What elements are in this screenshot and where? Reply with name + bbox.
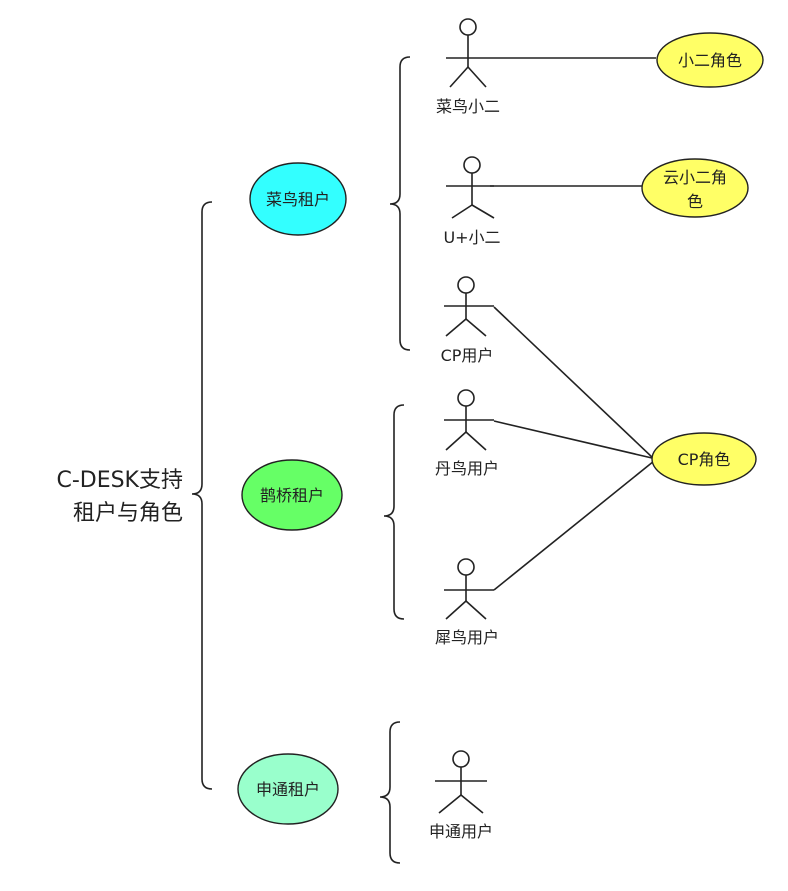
actor-label: 丹鸟用户 [435,459,499,478]
association-line [493,306,655,460]
actor-head [452,750,470,768]
actor-head [459,18,477,36]
actor-label: 菜鸟小二 [436,97,500,116]
actor-leg [467,66,487,88]
actor-cainiao-xiaoer: 菜鸟小二 [436,18,500,116]
actor-head [457,558,475,576]
tenant-node-shentong: 申通租户 [237,753,339,825]
actor-label: CP用户 [441,346,494,365]
association-line [493,420,653,459]
role-node-cp: CP角色 [651,432,757,486]
role-label-line2: 色 [687,192,703,211]
tenant-label: 鹊桥租户 [260,486,324,505]
role-node-yun-xiaoer: 云小二角 色 [641,158,749,218]
root-title-line1: C-DESK支持 [56,468,183,493]
shentong-brace [379,721,401,864]
actor-head [463,156,481,174]
root-brace [191,201,213,790]
actor-leg [445,600,467,620]
actor-leg [460,794,484,814]
actor-danniao-user: 丹鸟用户 [435,389,499,478]
actor-leg [449,66,469,88]
actor-head [457,276,475,294]
actor-leg [465,318,487,337]
tenant-label: 菜鸟租户 [266,190,330,209]
actor-xiniao-user: 犀鸟用户 [435,558,499,647]
tenant-role-diagram: C-DESK支持 租户与角色 菜鸟租户 鹊桥租户 申通租户 菜鸟小二 U+小二 … [56,18,764,864]
cainiao-brace [389,56,411,351]
actor-label: U+小二 [443,228,500,247]
actor-leg [465,431,487,451]
actor-label: 犀鸟用户 [435,628,499,647]
tenant-node-cainiao: 菜鸟租户 [249,162,347,236]
actor-shentong-user: 申通用户 [429,750,493,841]
role-label-line1: 云小二角 [663,168,727,187]
role-label: 小二角色 [678,51,742,70]
tenant-node-queqiao: 鹊桥租户 [241,459,343,531]
actor-label: 申通用户 [429,822,493,841]
actor-head [457,389,475,407]
actor-uplus-xiaoer: U+小二 [443,156,501,247]
root-title-line2: 租户与角色 [73,501,183,526]
actor-cp-user: CP用户 [441,276,494,365]
association-line [493,460,655,591]
actor-leg [471,204,495,219]
actor-leg [451,204,473,219]
actor-leg [438,794,462,814]
tenant-label: 申通租户 [256,780,320,799]
queqiao-brace [383,404,405,620]
actor-leg [445,431,467,451]
actor-leg [445,318,467,337]
actor-leg [465,600,487,620]
role-node-xiaoer: 小二角色 [656,32,764,88]
role-label: CP角色 [678,450,731,469]
